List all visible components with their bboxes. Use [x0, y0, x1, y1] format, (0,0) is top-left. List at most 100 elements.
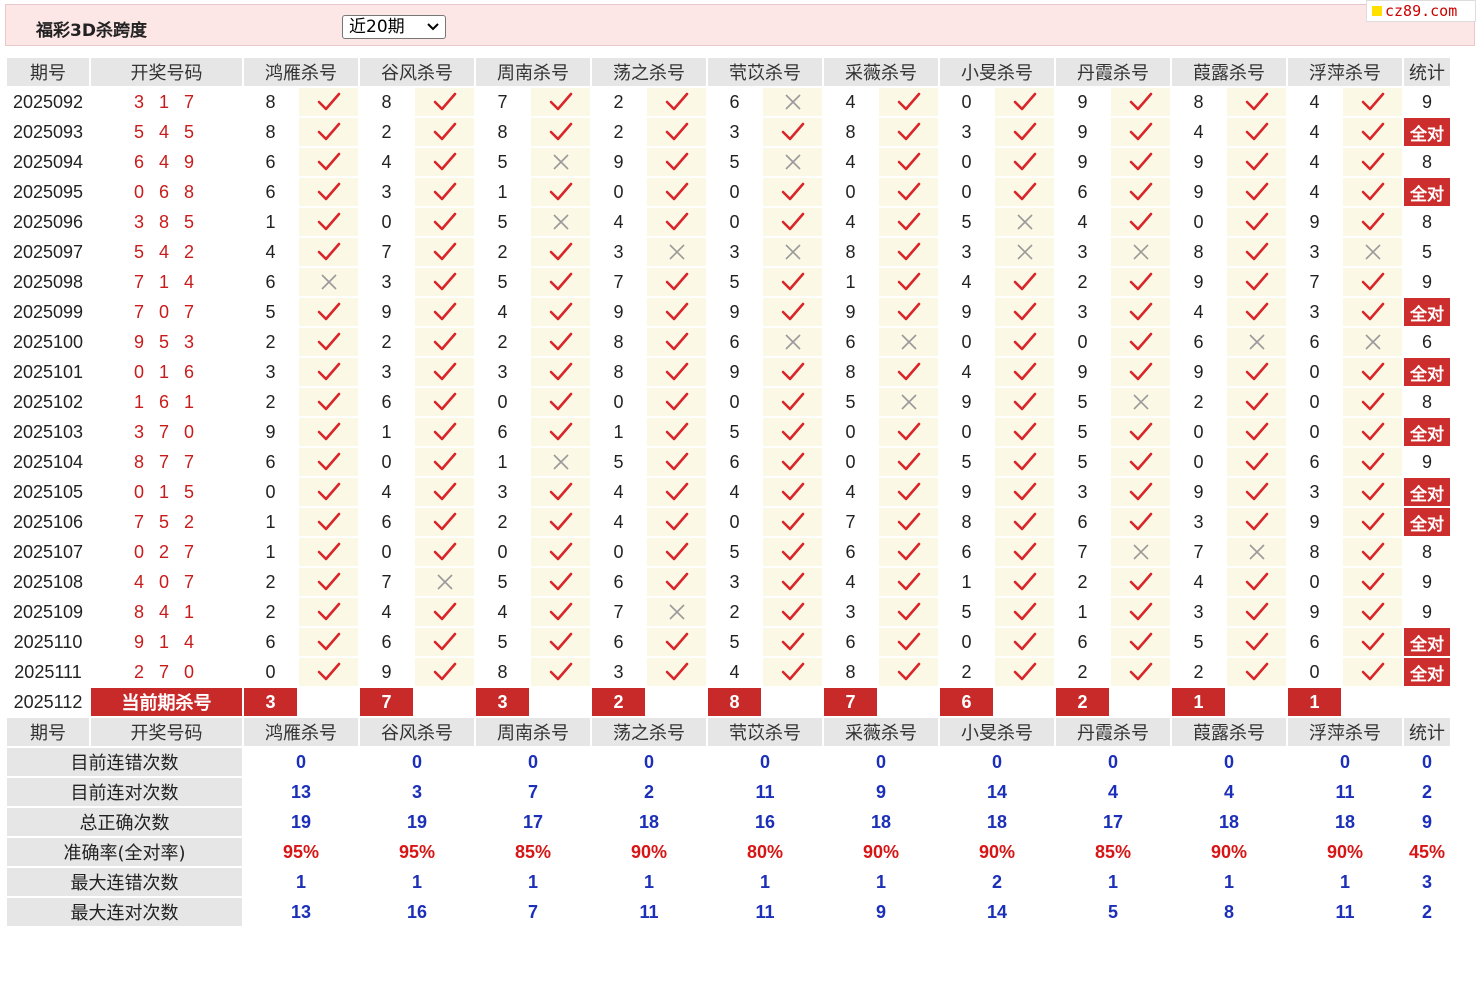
kill-number: 4: [1077, 211, 1088, 232]
kill-number: 2: [265, 571, 276, 592]
kill-number: 4: [845, 211, 856, 232]
kill-number: 6: [265, 151, 276, 172]
site-logo-text: cz89.com: [1385, 2, 1458, 20]
kill-number: 0: [381, 541, 392, 562]
site-logo[interactable]: cz89.com: [1366, 0, 1476, 22]
check-icon: [317, 632, 340, 651]
summary-row: 总正确次数 19 19 17 18 16 18 18 17 18 18 9: [7, 808, 1450, 836]
kill-number: 9: [613, 301, 624, 322]
draw-number: 0 1 6: [133, 361, 200, 382]
kill-number: 4: [845, 91, 856, 112]
kill-number: 3: [729, 571, 740, 592]
kill-number: 2: [1193, 661, 1204, 682]
kill-number: 0: [961, 91, 972, 112]
kill-number: 6: [613, 631, 624, 652]
result-mark: [1227, 328, 1286, 356]
result-mark: [879, 178, 938, 206]
kill-number: 9: [1193, 271, 1204, 292]
col-header-issue: 期号: [7, 718, 89, 746]
result-mark: [647, 448, 706, 476]
period-select-value: 近20期: [349, 17, 405, 37]
summary-value: 4: [1223, 781, 1234, 802]
result-mark: [531, 238, 590, 266]
correct-count: 9: [1421, 271, 1432, 292]
check-icon: [433, 242, 456, 261]
result-mark: [763, 208, 822, 236]
check-icon: [897, 212, 920, 231]
all-correct-badge: 全对: [1404, 478, 1450, 506]
kill-number: 6: [729, 331, 740, 352]
result-mark: [1343, 658, 1402, 686]
result-mark: [1111, 358, 1170, 386]
result-mark: [531, 598, 590, 626]
kill-number: 0: [1193, 211, 1204, 232]
kill-number: 4: [845, 571, 856, 592]
kill-number: 0: [845, 451, 856, 472]
kill-number: 9: [1077, 361, 1088, 382]
check-icon: [317, 362, 340, 381]
kill-number: 0: [1193, 451, 1204, 472]
result-mark: [995, 148, 1054, 176]
kill-number: 2: [497, 331, 508, 352]
kill-number: 0: [845, 421, 856, 442]
kill-number: 4: [845, 481, 856, 502]
result-mark: [1227, 238, 1286, 266]
result-mark: [647, 88, 706, 116]
result-mark: [415, 568, 474, 596]
result-mark: [763, 328, 822, 356]
result-mark: [879, 118, 938, 146]
result-mark: [1111, 418, 1170, 446]
issue-number: 2025102: [7, 388, 89, 416]
result-mark: [879, 328, 938, 356]
check-icon: [549, 92, 572, 111]
kill-number: 2: [381, 331, 392, 352]
check-icon: [781, 662, 804, 681]
kill-number: 7: [381, 571, 392, 592]
result-mark: [647, 238, 706, 266]
result-mark: [647, 118, 706, 146]
check-icon: [1013, 632, 1036, 651]
check-icon: [317, 512, 340, 531]
result-mark: [531, 478, 590, 506]
kill-number: 6: [1077, 631, 1088, 652]
summary-value: 3: [1421, 871, 1432, 892]
kill-span-table: 期号 开奖号码 鸿雁杀号 谷风杀号 周南杀号 荡之杀号 茕苡杀号 采薇杀号 小旻杀号 丹霞杀号 葭露…: [5, 56, 1452, 928]
empty-cell: [647, 688, 706, 716]
check-icon: [781, 182, 804, 201]
kill-number: 5: [1193, 631, 1204, 652]
result-mark: [415, 238, 474, 266]
summary-value: 18: [638, 811, 660, 832]
result-mark: [879, 358, 938, 386]
issue-number: 2025095: [7, 178, 89, 206]
check-icon: [317, 542, 340, 561]
check-icon: [1361, 122, 1384, 141]
result-mark: [1111, 88, 1170, 116]
check-icon: [317, 242, 340, 261]
cross-icon: [1248, 544, 1265, 560]
result-mark: [299, 238, 358, 266]
empty-cell: [763, 688, 822, 716]
result-mark: [995, 268, 1054, 296]
period-select[interactable]: 近20期: [342, 15, 446, 39]
current-kill-number: 3: [244, 688, 297, 716]
result-mark: [1343, 388, 1402, 416]
check-icon: [1245, 392, 1268, 411]
issue-number: 2025098: [7, 268, 89, 296]
check-icon: [665, 392, 688, 411]
check-icon: [1245, 122, 1268, 141]
check-icon: [1361, 512, 1384, 531]
kill-number: 5: [729, 271, 740, 292]
result-mark: [1227, 268, 1286, 296]
table-row: 2025111 2 7 0 0 9 8 3 4 8 2 2 2 0 全对: [7, 658, 1450, 686]
result-mark: [1227, 88, 1286, 116]
result-mark: [647, 208, 706, 236]
kill-number: 1: [265, 541, 276, 562]
kill-number: 5: [729, 541, 740, 562]
kill-number: 8: [381, 91, 392, 112]
summary-label: 目前连错次数: [7, 748, 242, 776]
kill-number: 8: [845, 661, 856, 682]
summary-value: 0: [1107, 751, 1118, 772]
draw-number: 8 7 7: [133, 451, 200, 472]
draw-number: 7 1 4: [133, 271, 200, 292]
check-icon: [549, 572, 572, 591]
